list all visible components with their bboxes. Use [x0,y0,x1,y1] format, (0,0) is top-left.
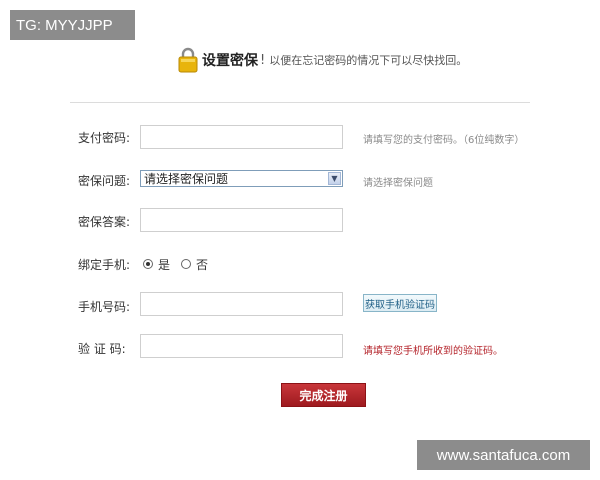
verify-code-hint: 请填写您手机所收到的验证码。 [363,346,503,357]
bind-phone-yes-label: 是 [158,257,171,272]
lock-icon [178,47,198,73]
bind-phone-yes-option[interactable]: 是 [143,256,170,272]
bind-phone-no-label: 否 [196,257,209,272]
bind-phone-label: 绑定手机: [78,258,131,272]
security-answer-input[interactable] [140,208,343,232]
verify-code-input[interactable] [140,334,343,358]
page-title: 设置密保 [202,53,258,69]
security-answer-label: 密保答案: [78,215,131,229]
verify-code-label: 验 证 码: [78,342,126,356]
security-question-hint: 请选择密保问题 [363,178,433,189]
page-subtitle: 以便在忘记密码的情况下可以尽快找回。 [269,54,468,67]
pay-password-label: 支付密码: [78,131,131,145]
pay-password-input[interactable] [140,125,343,149]
security-question-label: 密保问题: [78,174,131,188]
security-question-select[interactable]: 请选择密保问题 ▼ [140,170,343,187]
radio-unchecked-icon[interactable] [181,259,191,269]
chevron-down-icon[interactable]: ▼ [328,172,341,185]
watermark-top-left: TG: MYYJJPP [10,10,135,40]
radio-checked-icon[interactable] [143,259,153,269]
get-sms-code-button[interactable]: 获取手机验证码 [363,294,437,312]
security-question-selected: 请选择密保问题 [144,172,229,186]
bind-phone-no-option[interactable]: 否 [181,256,208,272]
pay-password-hint: 请填写您的支付密码。（6位纯数字） [363,135,525,146]
phone-number-label: 手机号码: [78,300,131,314]
page-header: 设置密保 ! 以便在忘记密码的情况下可以尽快找回。 [178,46,467,74]
watermark-bottom-right: www.santafuca.com [417,440,590,470]
phone-number-input[interactable] [140,292,343,316]
complete-registration-button[interactable]: 完成注册 [281,383,366,407]
header-divider [70,102,530,103]
title-exclaim: ! [260,52,266,68]
